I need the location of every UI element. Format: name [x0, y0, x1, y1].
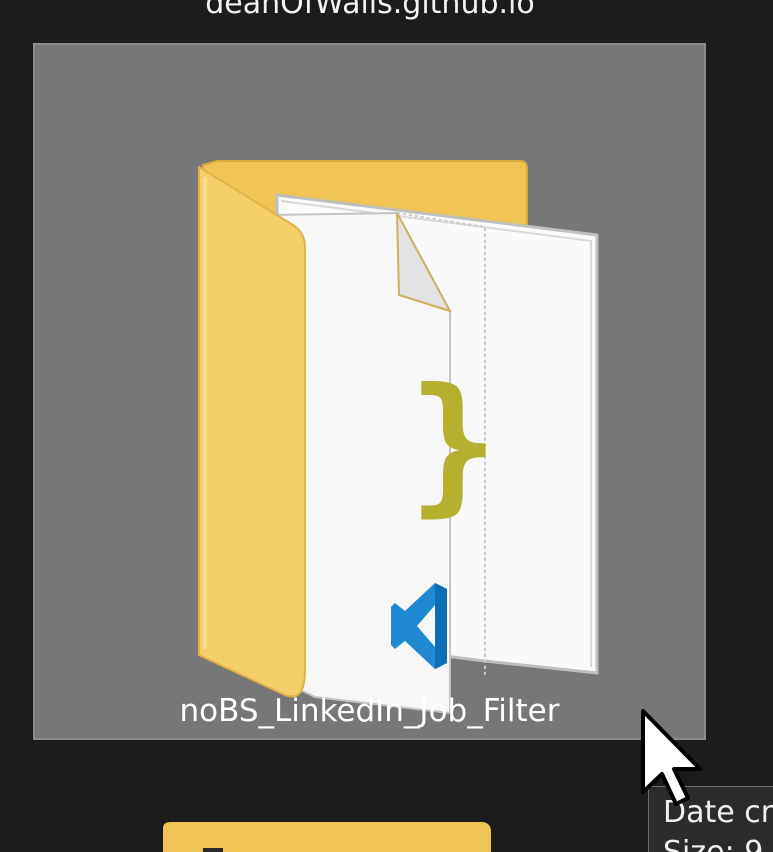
selected-folder-tile[interactable]: { } noBS_LinkedIn_Job_Filter [33, 43, 706, 740]
vscode-folder-icon: { } [198, 160, 599, 715]
file-explorer-view: deanOfWalls.github.io { } noBS_LinkedIn_… [0, 0, 773, 852]
mouse-cursor-icon [641, 709, 702, 806]
folder-name-above[interactable]: deanOfWalls.github.io [0, 0, 740, 24]
folder-icon[interactable] [163, 822, 493, 852]
tooltip-size: Size: 9 [663, 835, 763, 852]
folder-name: noBS_LinkedIn_Job_Filter [179, 693, 560, 729]
